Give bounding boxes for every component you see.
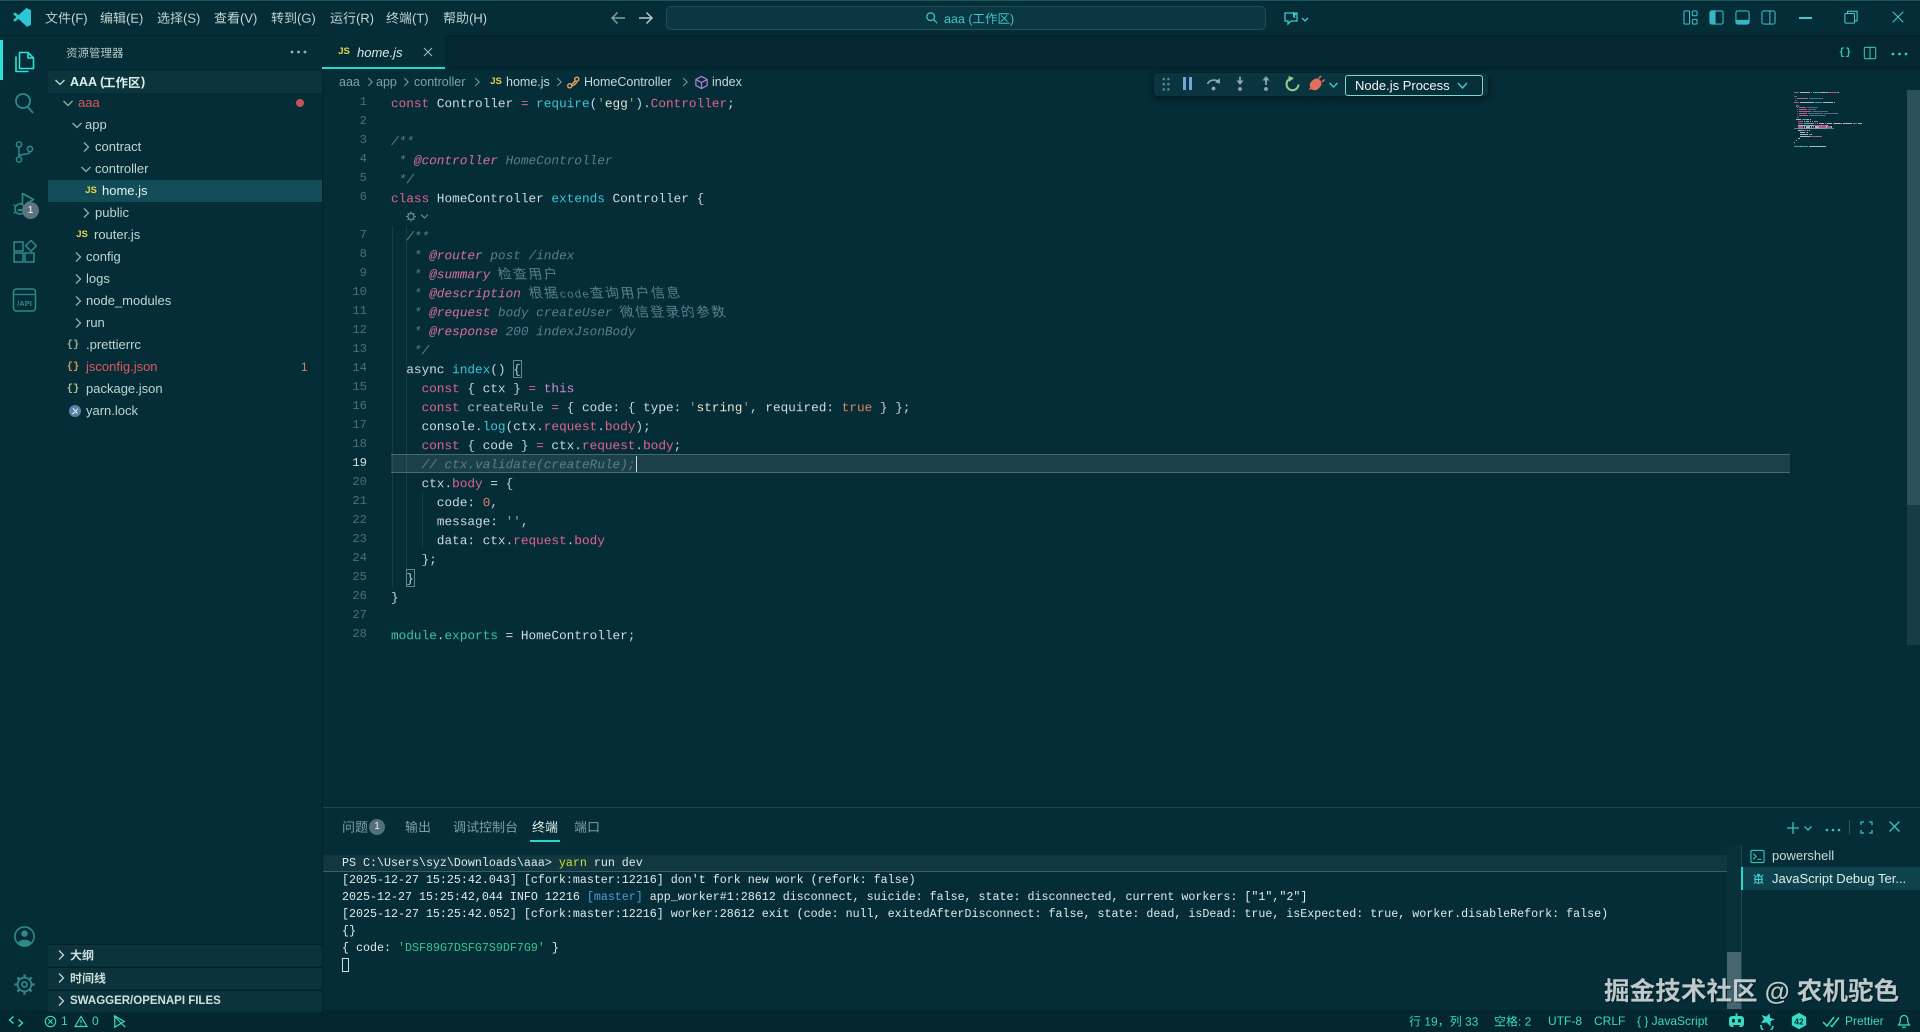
- svg-text:/API: /API: [17, 299, 32, 308]
- svg-text:42: 42: [1794, 1016, 1804, 1026]
